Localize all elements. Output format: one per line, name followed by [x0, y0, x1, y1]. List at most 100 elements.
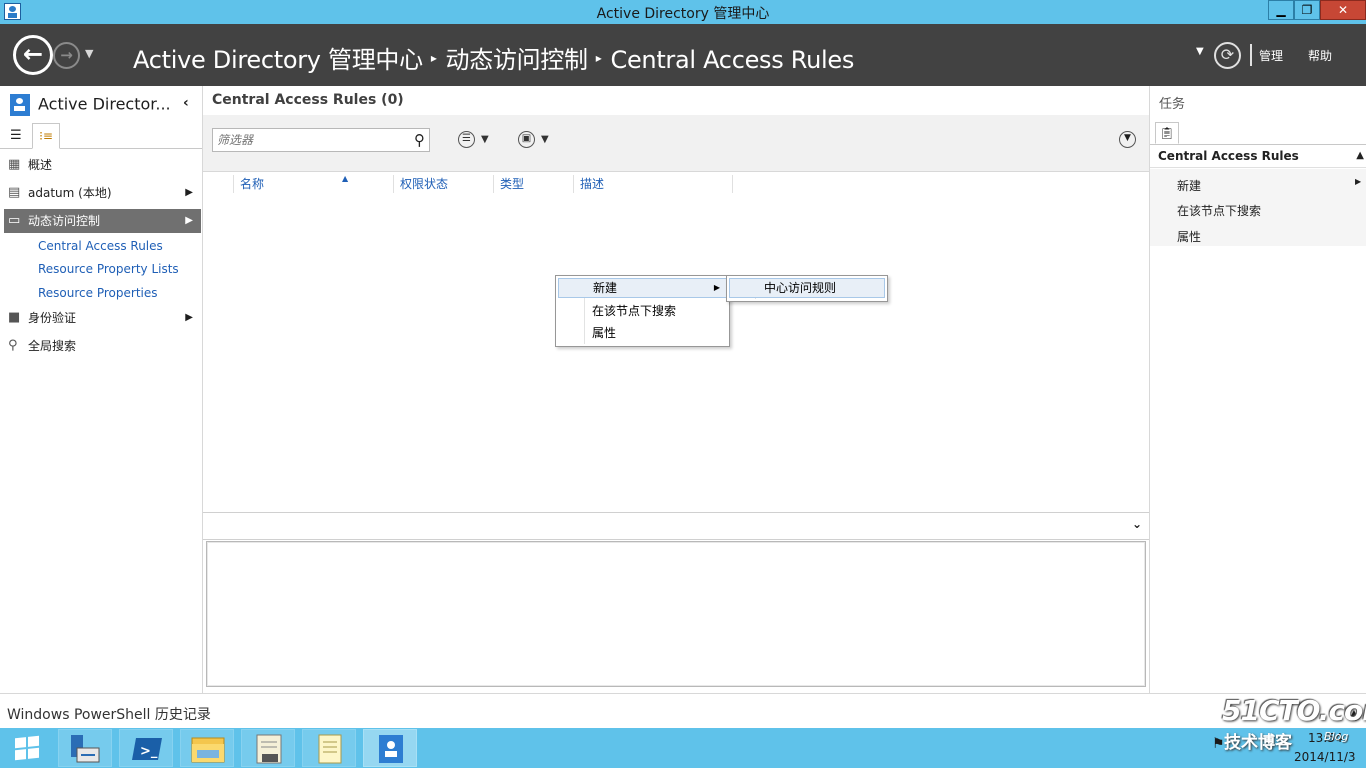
server-manager-taskbar-icon[interactable]: [58, 729, 112, 767]
breadcrumb-separator-icon: ▸: [595, 51, 602, 65]
column-header-name[interactable]: 名称 ▲: [233, 174, 393, 193]
expand-arrow-icon[interactable]: ▶: [185, 306, 193, 330]
refresh-icon[interactable]: ⟳: [1214, 42, 1241, 69]
list-toolbar: ⚲ ☰▼ ▣▼ ▼: [203, 115, 1149, 172]
breadcrumb-item-dac[interactable]: 动态访问控制: [446, 46, 589, 74]
context-submenu: 中心访问规则: [726, 275, 888, 302]
view-options-button[interactable]: ☰ ▼: [458, 131, 489, 148]
windows-taskbar: >_ ⚑ 13:54 2014/11/3: [0, 728, 1366, 768]
navigation-header: ← → ▼ Active Directory 管理中心 ▸ 动态访问控制 ▸ Centr…: [0, 24, 1366, 86]
history-dropdown-icon[interactable]: ▼: [85, 47, 93, 60]
powershell-icon: >_: [132, 738, 162, 760]
clock-date[interactable]: 2014/11/3: [1294, 750, 1356, 764]
nav-subitem-resource-property-lists[interactable]: Resource Property Lists: [38, 262, 179, 276]
nav-pane-title: Active Director...: [10, 94, 171, 116]
powershell-history-label: Windows PowerShell 历史记录: [7, 707, 211, 723]
list-view-icon[interactable]: ☰: [10, 128, 22, 143]
submenu-arrow-icon: ▶: [1355, 177, 1362, 186]
tree-view-icon[interactable]: ⁝≡: [32, 123, 60, 149]
main-content: Central Access Rules (0) ⚲ ☰▼ ▣▼ ▼ 名称▲ 权…: [203, 86, 1149, 693]
column-header-description[interactable]: 描述: [573, 175, 733, 193]
certificate-tool-taskbar-icon[interactable]: [241, 729, 295, 767]
back-arrow-icon[interactable]: ←: [13, 35, 53, 75]
svg-text:>_: >_: [140, 744, 158, 759]
nav-item-global-search[interactable]: ⚲ 全局搜索: [4, 334, 201, 358]
window-titlebar: Active Directory 管理中心 ▁ ❐ ✕: [0, 0, 1366, 24]
column-header-permission-status[interactable]: 权限状态: [393, 175, 493, 193]
header-divider: [1250, 44, 1252, 66]
close-button[interactable]: ✕: [1320, 0, 1366, 20]
clipboard-icon[interactable]: 📋︎: [1155, 122, 1179, 144]
dropdown-arrow-icon: ▼: [481, 134, 489, 145]
ad-admin-center-taskbar-icon[interactable]: [363, 729, 417, 767]
nav-item-authentication[interactable]: ■ 身份验证 ▶: [4, 306, 201, 330]
site-watermark-blog: Blog: [1324, 730, 1349, 743]
task-item-new[interactable]: 新建 ▶: [1177, 177, 1361, 194]
site-watermark-subtitle: 技术博客: [1224, 733, 1292, 753]
minimize-button[interactable]: ▁: [1268, 0, 1294, 20]
forward-arrow-icon[interactable]: →: [53, 42, 80, 69]
folder-icon: ■: [8, 310, 21, 325]
nav-item-adatum[interactable]: ▤ adatum (本地) ▶: [4, 181, 201, 205]
list-column-headers: 名称 ▲ 权限状态 类型 描述: [203, 172, 1149, 193]
context-menu-item-properties[interactable]: 属性: [556, 322, 729, 344]
save-query-button[interactable]: ▣ ▼: [518, 131, 549, 148]
page-title: Central Access Rules (0): [212, 92, 404, 108]
windows-logo-icon: [15, 735, 39, 761]
filter-box: ⚲: [212, 128, 430, 152]
nav-subitem-resource-properties[interactable]: Resource Properties: [38, 286, 158, 300]
file-explorer-taskbar-icon[interactable]: [180, 729, 234, 767]
folder-icon: ▭: [8, 213, 21, 228]
powershell-history-bar[interactable]: Windows PowerShell 历史记录 ▲: [0, 693, 1366, 728]
dropdown-arrow-icon: ▼: [541, 134, 549, 145]
save-icon: ▣: [518, 131, 535, 148]
notepad-icon: [318, 734, 342, 764]
header-dropdown-icon[interactable]: ▼: [1196, 46, 1204, 57]
nav-subitem-central-access-rules[interactable]: Central Access Rules: [38, 239, 163, 253]
expand-arrow-icon[interactable]: ▶: [185, 181, 193, 205]
collapse-up-icon[interactable]: ▲: [1356, 145, 1364, 167]
powershell-taskbar-icon[interactable]: >_: [119, 729, 173, 767]
context-menu: 新建 ▶ 在该节点下搜索 属性: [555, 275, 730, 347]
list-options-icon: ☰: [458, 131, 475, 148]
manage-menu[interactable]: 管理: [1259, 47, 1283, 64]
tasks-section-header[interactable]: Central Access Rules ▲: [1150, 144, 1366, 168]
submenu-item-central-access-rule[interactable]: 中心访问规则: [729, 278, 885, 298]
collapse-chevron-icon[interactable]: ‹: [183, 95, 189, 111]
breadcrumb-separator-icon: ▸: [430, 51, 437, 65]
chevron-down-icon[interactable]: ⌄: [1132, 517, 1142, 531]
context-menu-item-search-under-node[interactable]: 在该节点下搜索: [556, 300, 729, 322]
server-manager-icon: [71, 735, 100, 763]
preview-pane: [206, 541, 1146, 687]
task-item-properties[interactable]: 属性: [1177, 228, 1201, 245]
domain-icon: ▤: [8, 185, 21, 200]
ad-user-icon: [10, 94, 30, 116]
window-title: Active Directory 管理中心: [596, 6, 770, 22]
context-menu-item-new[interactable]: 新建 ▶: [558, 278, 727, 298]
breadcrumb: Active Directory 管理中心 ▸ 动态访问控制 ▸ Central Acc…: [133, 40, 854, 75]
filter-input[interactable]: [213, 129, 403, 151]
tasks-title: 任务: [1159, 97, 1186, 112]
expand-arrow-icon[interactable]: ▶: [185, 209, 193, 233]
tasks-pane: 任务 📋︎ Central Access Rules ▲ 新建 ▶ 在该节点下搜索 …: [1149, 86, 1366, 693]
expand-toolbar-icon[interactable]: ▼: [1119, 131, 1136, 148]
start-button[interactable]: [0, 729, 56, 767]
grid-icon: ▦: [8, 157, 21, 172]
action-center-flag-icon[interactable]: ⚑: [1212, 736, 1225, 752]
nav-item-overview[interactable]: ▦ 概述: [4, 153, 201, 177]
preview-splitter[interactable]: ⌄: [203, 512, 1149, 540]
breadcrumb-item-current[interactable]: Central Access Rules: [610, 46, 854, 74]
breadcrumb-item-root[interactable]: Active Directory 管理中心: [133, 46, 423, 74]
nav-view-tabs: ☰ ⁝≡: [0, 123, 202, 149]
task-item-search-under-node[interactable]: 在该节点下搜索: [1177, 202, 1261, 219]
maximize-button[interactable]: ❐: [1294, 0, 1320, 20]
folder-icon: [191, 737, 225, 763]
help-menu[interactable]: 帮助: [1308, 47, 1332, 64]
column-header-type[interactable]: 类型: [493, 175, 573, 193]
sort-ascending-icon: ▲: [342, 174, 349, 183]
site-watermark: 51CTO.com: [1222, 694, 1366, 727]
notepad-taskbar-icon[interactable]: [302, 729, 356, 767]
submenu-arrow-icon: ▶: [713, 283, 720, 292]
search-icon[interactable]: ⚲: [414, 131, 425, 149]
nav-item-dynamic-access-control[interactable]: ▭ 动态访问控制 ▶: [4, 209, 201, 233]
